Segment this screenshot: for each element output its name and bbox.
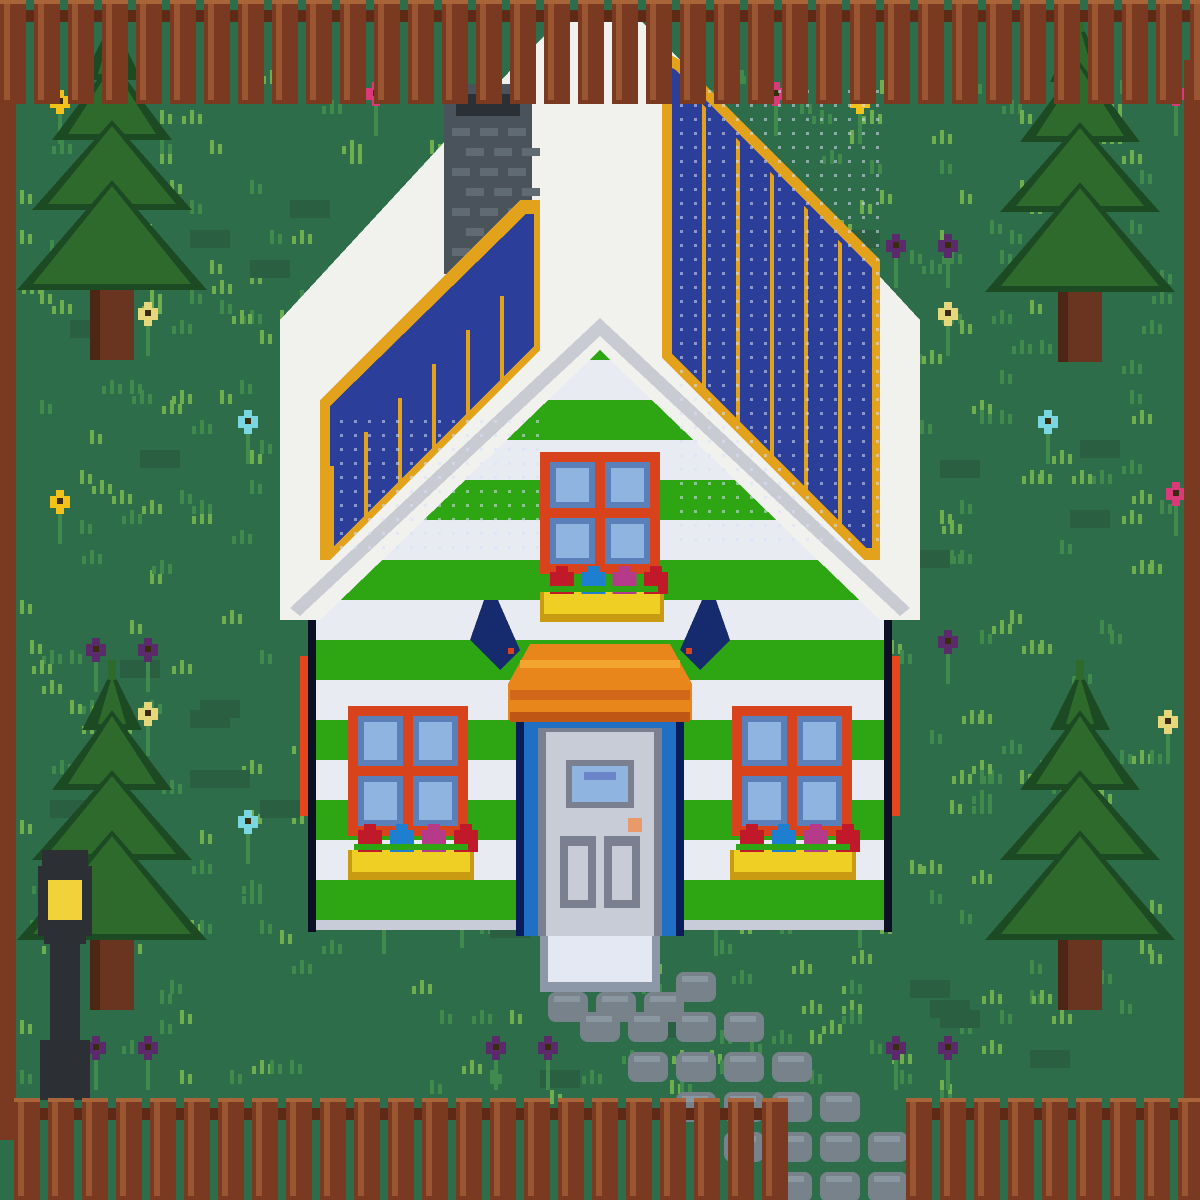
left-fence-rail [0, 60, 16, 1140]
door-awning [508, 644, 692, 722]
left-window[interactable] [348, 706, 468, 836]
bottom-fence [14, 1098, 1200, 1200]
yard-scene [0, 0, 1200, 1200]
right-window[interactable] [732, 706, 852, 836]
left-flower-box [348, 824, 478, 880]
lamp-light-icon [48, 880, 82, 920]
right-flower-box [730, 824, 860, 880]
door-knob-icon[interactable] [628, 818, 642, 832]
attic-flower-box [540, 566, 668, 622]
top-fence [0, 0, 1200, 104]
front-door[interactable] [516, 722, 684, 936]
right-fence-rail [1184, 60, 1200, 1140]
attic-window[interactable] [540, 452, 660, 574]
